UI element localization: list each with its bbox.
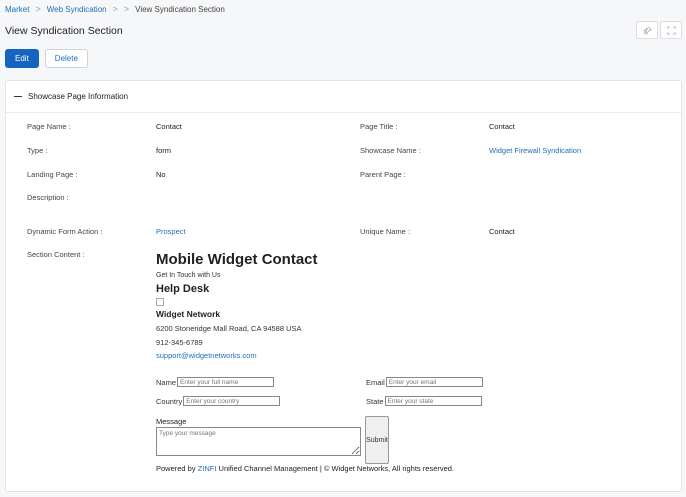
zinfi-link[interactable]: ZINFI	[198, 464, 217, 473]
pin-icon[interactable]	[636, 21, 658, 39]
country-input[interactable]	[183, 396, 281, 406]
section-content-label: Section Content :	[27, 250, 85, 259]
name-label: Name	[156, 377, 177, 387]
dynamic-form-link[interactable]: Prospect	[156, 227, 186, 236]
type-label: Type :	[27, 146, 48, 155]
breadcrumb-market[interactable]: Market	[5, 5, 29, 14]
name-input[interactable]	[177, 377, 275, 387]
section-content: Mobile Widget Contact Get In Touch with …	[156, 251, 516, 360]
chevron-right-icon: >	[112, 4, 118, 14]
panel-title: Showcase Page Information	[28, 92, 129, 101]
company-name: Widget Network	[156, 309, 221, 319]
country-label: Country	[156, 396, 183, 406]
message-textarea[interactable]	[156, 427, 361, 456]
collapse-icon[interactable]	[14, 95, 22, 98]
chevron-right-icon: >	[123, 4, 130, 14]
submit-button[interactable]: Submit	[365, 416, 389, 464]
description-label: Description :	[27, 193, 69, 202]
phone-text: 912-345-6789	[156, 338, 203, 347]
chevron-right-icon: >	[35, 4, 41, 14]
panel-header[interactable]: Showcase Page Information	[6, 81, 681, 113]
landing-page-label: Landing Page :	[27, 170, 78, 179]
delete-button[interactable]: Delete	[44, 49, 88, 68]
state-input[interactable]	[384, 396, 482, 406]
type-value: form	[156, 146, 171, 155]
support-email-link[interactable]: support@widgetnetworks.com	[156, 351, 516, 360]
landing-page-value: No	[156, 170, 166, 179]
showcase-info-panel: Showcase Page Information Page Name : Co…	[5, 80, 682, 492]
get-in-touch-text: Get In Touch with Us	[156, 272, 221, 279]
breadcrumb-current: View Syndication Section	[135, 4, 225, 14]
unique-name-value: Contact	[489, 227, 515, 236]
state-label: State	[366, 396, 384, 406]
page-title-label: Page Title :	[360, 122, 398, 131]
unique-name-label: Unique Name :	[360, 227, 411, 236]
section-heading: Mobile Widget Contact	[156, 251, 318, 268]
breadcrumb-web-syndication[interactable]: Web Syndication	[47, 5, 107, 14]
help-desk-heading: Help Desk	[156, 283, 210, 295]
fullscreen-icon[interactable]	[660, 21, 682, 39]
page-title-value: Contact	[489, 122, 515, 131]
parent-page-label: Parent Page :	[360, 170, 406, 179]
broken-image-icon	[156, 298, 164, 306]
breadcrumb: Market > Web Syndication > > View Syndic…	[5, 4, 225, 14]
email-input[interactable]	[385, 377, 483, 387]
page-name-value: Contact	[156, 122, 182, 131]
address-text: 6200 Stoneridge Mall Road, CA 94588 USA	[156, 324, 302, 333]
page-name-label: Page Name :	[27, 122, 71, 131]
edit-button[interactable]: Edit	[5, 49, 39, 68]
showcase-name-label: Showcase Name :	[360, 146, 421, 155]
dynamic-form-label: Dynamic Form Action :	[27, 227, 103, 236]
message-label: Message	[156, 417, 187, 426]
page-title: View Syndication Section	[5, 25, 123, 37]
footer-prefix: Powered by	[156, 464, 198, 473]
footer-suffix: Unified Channel Management | © Widget Ne…	[216, 464, 455, 473]
footer-text: Powered by ZINFI Unified Channel Managem…	[156, 464, 454, 473]
showcase-name-link[interactable]: Widget Firewall Syndication	[489, 146, 581, 155]
email-label: Email	[366, 377, 385, 387]
